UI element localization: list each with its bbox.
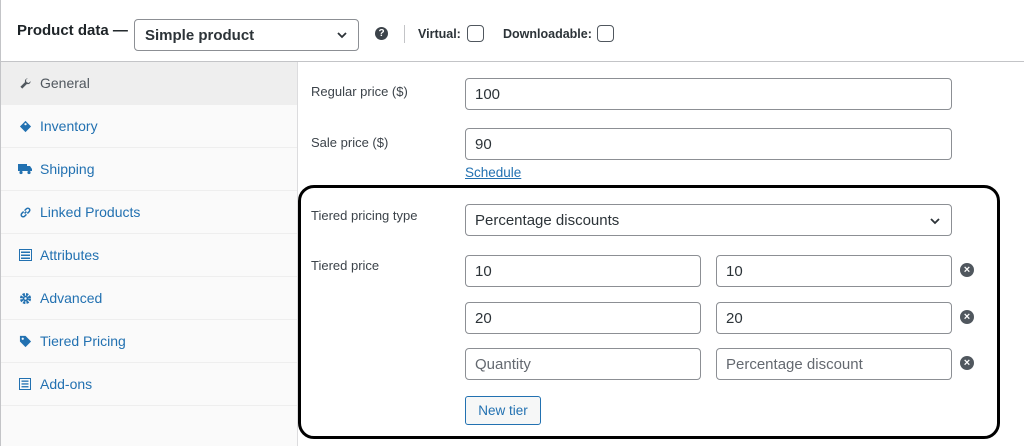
tab-label: Linked Products xyxy=(40,204,141,220)
tab-label: Attributes xyxy=(40,247,100,263)
list-table-icon xyxy=(18,248,32,262)
remove-tier-icon[interactable]: × xyxy=(960,310,974,324)
tab-linked-products[interactable]: Linked Products xyxy=(1,191,297,234)
tab-label: Advanced xyxy=(40,290,103,306)
tier-discount-input[interactable]: 20 xyxy=(716,302,952,334)
truck-icon xyxy=(18,162,32,176)
chevron-down-icon xyxy=(335,28,349,46)
sale-price-input[interactable]: 90 xyxy=(465,128,952,160)
new-tier-button[interactable]: New tier xyxy=(465,396,541,425)
new-tier-quantity-input[interactable]: Quantity xyxy=(465,348,701,380)
tiered-pricing-type-label: Tiered pricing type xyxy=(311,208,418,223)
tier-quantity-input[interactable]: 20 xyxy=(465,302,701,334)
downloadable-label: Downloadable: xyxy=(503,27,592,41)
tag-icon xyxy=(18,334,32,348)
tier-quantity-input[interactable]: 10 xyxy=(465,255,701,287)
product-type-select[interactable]: Simple product xyxy=(134,19,359,51)
chevron-down-icon xyxy=(928,214,942,232)
tab-inventory[interactable]: Inventory xyxy=(1,105,297,148)
tier-discount-input[interactable]: 10 xyxy=(716,255,952,287)
remove-tier-icon[interactable]: × xyxy=(960,356,974,370)
new-tier-discount-input[interactable]: Percentage discount xyxy=(716,348,952,380)
regular-price-label: Regular price ($) xyxy=(311,84,408,99)
wrench-icon xyxy=(18,76,32,90)
tab-label: Tiered Pricing xyxy=(40,333,126,349)
virtual-checkbox[interactable] xyxy=(467,25,484,42)
tab-advanced[interactable]: Advanced xyxy=(1,277,297,320)
tiered-pricing-type-value: Percentage discounts xyxy=(475,211,620,229)
tiered-price-label: Tiered price xyxy=(311,258,380,273)
header-divider xyxy=(404,25,405,43)
tab-shipping[interactable]: Shipping xyxy=(1,148,297,191)
remove-tier-icon[interactable]: × xyxy=(960,263,974,277)
tab-general[interactable]: General xyxy=(1,62,297,105)
tag-icon xyxy=(18,119,32,133)
tiered-pricing-type-select[interactable]: Percentage discounts xyxy=(465,204,952,236)
tab-label: Add-ons xyxy=(40,376,93,392)
regular-price-input[interactable]: 100 xyxy=(465,78,952,110)
tab-label: Inventory xyxy=(40,118,98,134)
tab-add-ons[interactable]: Add-ons xyxy=(1,363,297,406)
tab-label: Shipping xyxy=(40,161,95,177)
link-icon xyxy=(18,205,32,219)
sale-price-label: Sale price ($) xyxy=(311,135,389,150)
tab-attributes[interactable]: Attributes xyxy=(1,234,297,277)
gear-icon xyxy=(18,291,32,305)
product-data-tabs: General Inventory Shipping Linked Produc… xyxy=(1,62,298,446)
virtual-label: Virtual: xyxy=(418,27,461,41)
product-data-panel: Product data — Simple product ? Virtual:… xyxy=(0,0,1024,446)
downloadable-checkbox[interactable] xyxy=(597,25,614,42)
tab-label: General xyxy=(40,75,90,91)
list-icon xyxy=(18,377,32,391)
question-circle-icon[interactable]: ? xyxy=(375,27,388,40)
panel-title: Product data — xyxy=(17,22,128,39)
tab-tiered-pricing[interactable]: Tiered Pricing xyxy=(1,320,297,363)
product-type-value: Simple product xyxy=(145,26,255,44)
schedule-link[interactable]: Schedule xyxy=(465,165,521,180)
